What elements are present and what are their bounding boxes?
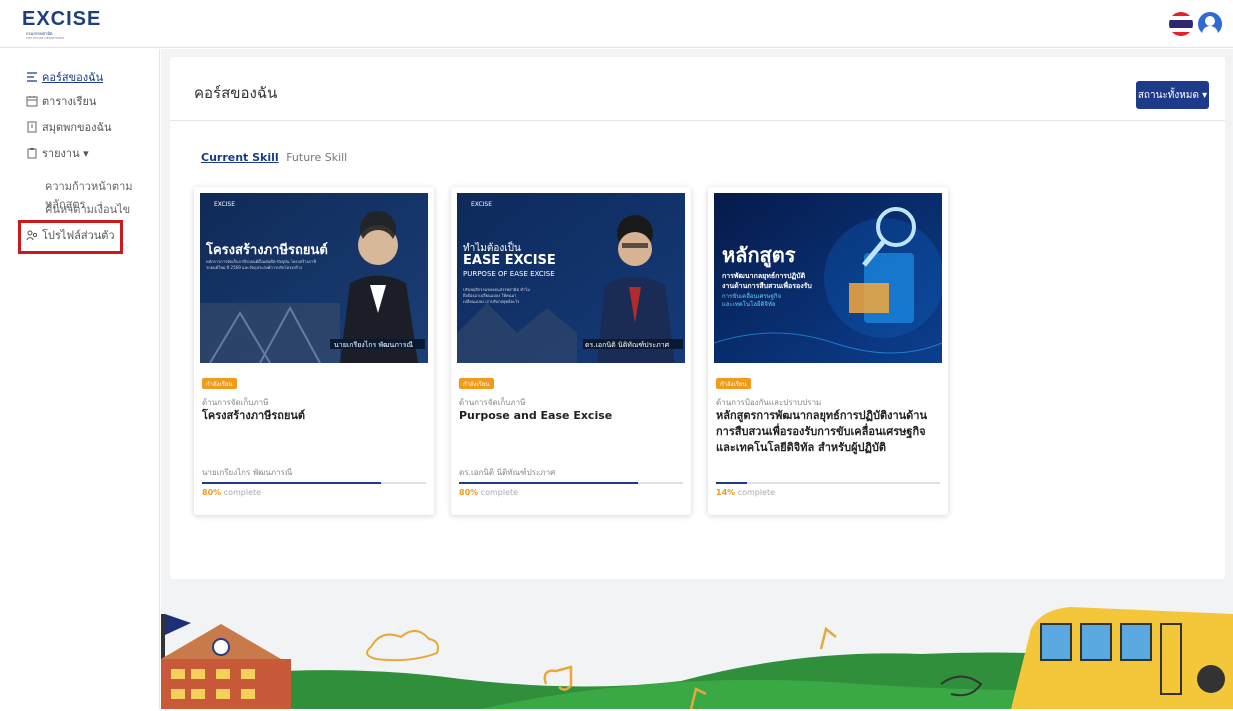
- progress-bar: [459, 482, 683, 484]
- progress-text: 80% complete: [202, 488, 261, 497]
- list-icon: [26, 71, 38, 83]
- thai-flag-icon[interactable]: [1169, 12, 1193, 36]
- thumbnail-speaker: นายเกรียงไกร พัฒนภารณี: [334, 341, 413, 349]
- thumbnail-headline-ease-excise: EASE EXCISE: [463, 253, 556, 268]
- course-instructor: นายเกรียงไกร พัฒนภารณี: [202, 468, 293, 477]
- progress-complete-label: complete: [223, 488, 262, 497]
- course-instructor: ดร.เอกนิติ นิติทัณฑ์ประภาศ: [459, 468, 556, 477]
- progress-complete-label: complete: [737, 488, 776, 497]
- thumbnail-body: หลักการการจัดเก็บภาษีรถยนต์ตั้งแต่อดีต-ป…: [206, 259, 316, 270]
- progress-text: 14% complete: [716, 488, 775, 497]
- calendar-icon: [26, 95, 38, 107]
- sidebar-item-schedule[interactable]: ตารางเรียน: [26, 91, 96, 111]
- thumbnail-sub4: และเทคโนโลยีดิจิทัล: [722, 301, 776, 308]
- sidebar-item-label: รายงาน ▾: [42, 147, 89, 160]
- page-title: คอร์สของฉัน: [194, 84, 278, 102]
- highlight-annotation-box: [18, 220, 123, 254]
- thumbnail-brand: EXCISE: [214, 201, 236, 208]
- user-avatar-icon[interactable]: [1198, 12, 1222, 36]
- thumbnail-headline: โครงสร้างภาษีรถยนต์: [206, 243, 328, 258]
- sidebar: คอร์สของฉัน ตารางเรียน สมุดพกของฉัน รายง…: [0, 49, 160, 709]
- course-thumbnail[interactable]: หลักสูตร การพัฒนากลยุทธ์การปฏิบัติ งานด้…: [714, 193, 942, 363]
- status-badge: กำลังเรียน: [202, 378, 237, 389]
- logo-text: EXCISE: [22, 8, 102, 30]
- course-title[interactable]: โครงสร้างภาษีรถยนต์: [202, 408, 426, 424]
- sidebar-item-report[interactable]: รายงาน ▾: [26, 143, 89, 163]
- progress-bar-fill: [202, 482, 382, 484]
- course-card[interactable]: EXCISE ทำไมต้องเป็น EASE EXCISE PURPOSE …: [451, 187, 691, 515]
- sidebar-item-my-courses[interactable]: คอร์สของฉัน: [26, 67, 103, 87]
- progress-bar: [202, 482, 426, 484]
- progress-bar-fill: [459, 482, 639, 484]
- tab-current-skill[interactable]: Current Skill: [201, 151, 279, 164]
- tab-future-skill[interactable]: Future Skill: [286, 151, 347, 164]
- thumbnail-speaker: ดร.เอกนิติ นิติทัณฑ์ประภาศ: [585, 341, 670, 349]
- course-title[interactable]: Purpose and Ease Excise: [459, 408, 683, 424]
- sidebar-item-notebook[interactable]: สมุดพกของฉัน: [26, 117, 112, 137]
- logo-subtitle-en: THE EXCISE DEPARTMENT: [26, 36, 65, 40]
- progress-bar: [716, 482, 940, 484]
- progress-percent: 80%: [459, 488, 479, 497]
- status-badge: กำลังเรียน: [716, 378, 751, 389]
- course-thumbnail[interactable]: EXCISE โครงสร้างภาษีรถยนต์ หลักการการจัด…: [200, 193, 428, 363]
- course-card[interactable]: EXCISE โครงสร้างภาษีรถยนต์ หลักการการจัด…: [194, 187, 434, 515]
- status-badge: กำลังเรียน: [459, 378, 494, 389]
- main-content: คอร์สของฉัน สถานะทั้งหมด ▾ Current Skill…: [161, 49, 1233, 709]
- clipboard-icon: [26, 147, 38, 159]
- thumbnail-headline-purpose: PURPOSE OF EASE EXCISE: [463, 270, 555, 278]
- sidebar-subitem-conditional-search[interactable]: ค้นหาตามเงื่อนไข: [45, 200, 130, 218]
- excise-logo[interactable]: EXCISE กรมสรรพสามิต THE EXCISE DEPARTMEN…: [22, 8, 100, 42]
- status-filter-dropdown[interactable]: สถานะทั้งหมด ▾: [1136, 81, 1209, 109]
- course-title[interactable]: หลักสูตรการพัฒนากลยุทธ์การปฏิบัติงานด้าน…: [716, 408, 940, 456]
- thumbnail-body: ปรับพฤติกรรมของคนสรรพสามิต ทำไมถึงต้องมา…: [463, 287, 530, 304]
- notebook-icon: [26, 121, 38, 133]
- sidebar-item-label: สมุดพกของฉัน: [42, 121, 112, 134]
- school-banner-illustration: [161, 589, 1233, 709]
- thumbnail-brand: EXCISE: [471, 201, 493, 208]
- courses-panel: คอร์สของฉัน สถานะทั้งหมด ▾ Current Skill…: [170, 57, 1225, 579]
- thumbnail-headline: หลักสูตร: [722, 243, 796, 267]
- progress-complete-label: complete: [480, 488, 519, 497]
- course-card[interactable]: หลักสูตร การพัฒนากลยุทธ์การปฏิบัติ งานด้…: [708, 187, 948, 515]
- sidebar-item-label: ตารางเรียน: [42, 95, 97, 108]
- progress-text: 80% complete: [459, 488, 518, 497]
- progress-bar-fill: [716, 482, 748, 484]
- skill-tabs: Current Skill Future Skill: [201, 151, 351, 164]
- progress-percent: 14%: [716, 488, 736, 497]
- progress-percent: 80%: [202, 488, 222, 497]
- top-header: EXCISE กรมสรรพสามิต THE EXCISE DEPARTMEN…: [0, 0, 1233, 48]
- panel-header: คอร์สของฉัน สถานะทั้งหมด ▾: [170, 57, 1225, 121]
- course-thumbnail[interactable]: EXCISE ทำไมต้องเป็น EASE EXCISE PURPOSE …: [457, 193, 685, 363]
- sidebar-item-label: คอร์สของฉัน: [42, 71, 104, 84]
